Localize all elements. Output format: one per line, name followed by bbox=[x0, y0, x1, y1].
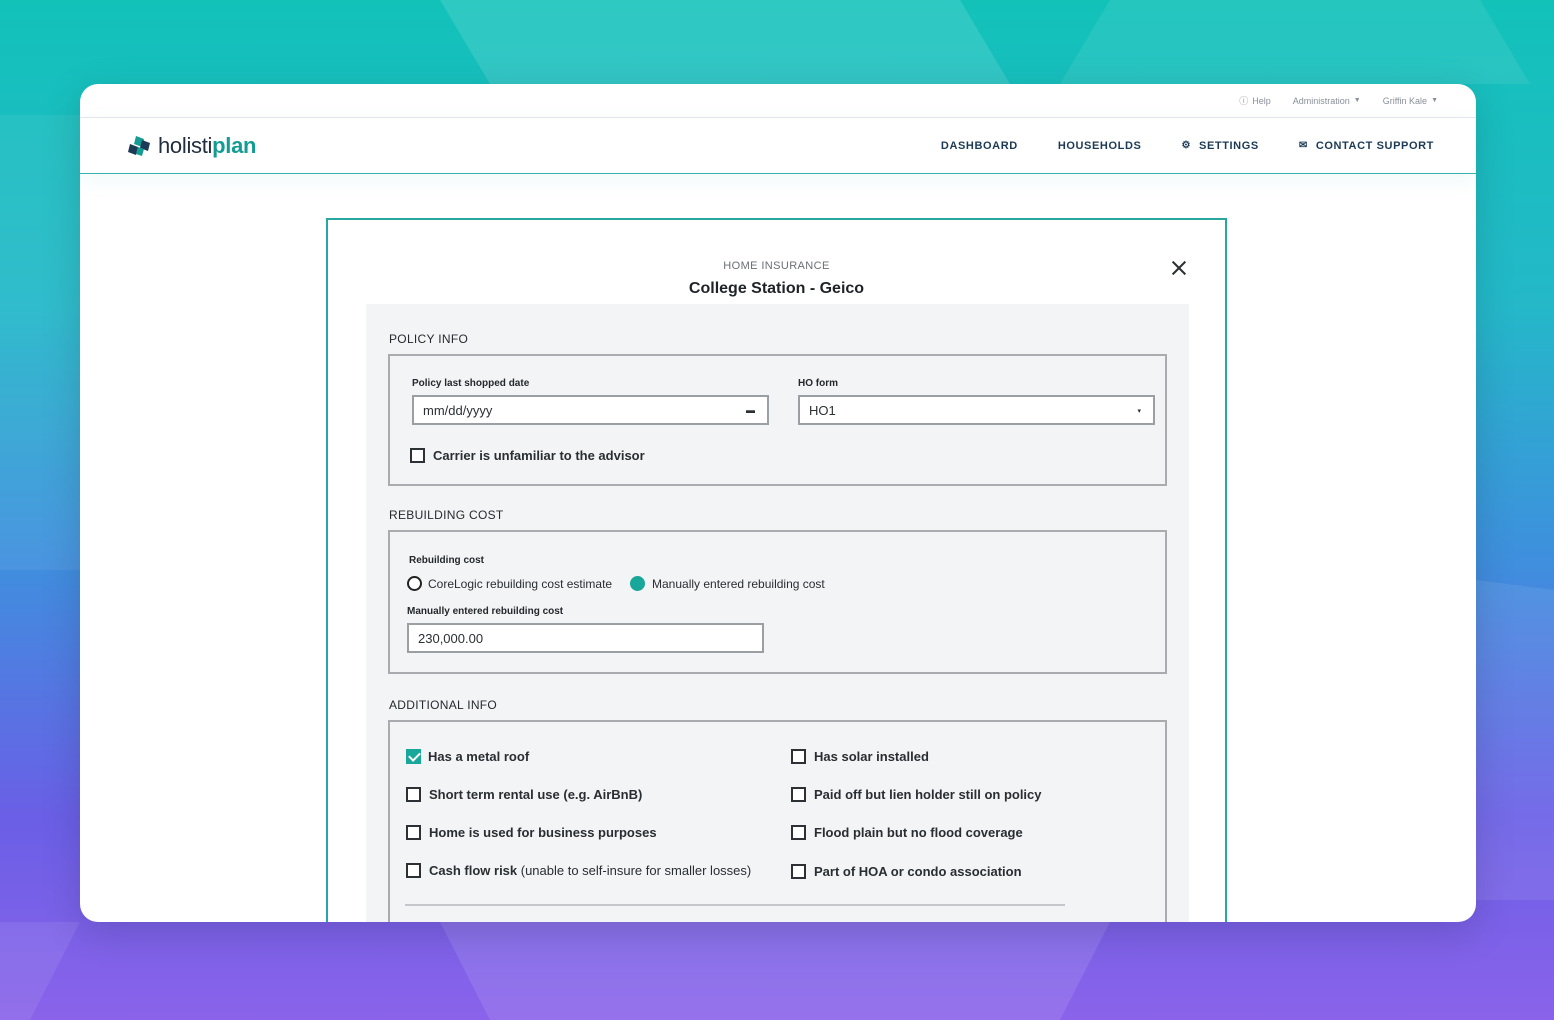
chevron-down-icon: ▾ bbox=[1137, 408, 1141, 415]
lien-holder-checkbox[interactable] bbox=[791, 787, 806, 802]
policy-info-title: POLICY INFO bbox=[389, 332, 469, 346]
modal-eyebrow: HOME INSURANCE bbox=[723, 260, 830, 272]
brand-name: holistiplan bbox=[158, 132, 257, 158]
lien-holder-label: Paid off but lien holder still on policy bbox=[814, 787, 1042, 802]
chevron-down-icon: ▼ bbox=[1353, 97, 1361, 104]
help-label: Help bbox=[1252, 95, 1271, 106]
utility-bar: ⓘ Help Administration ▼ Griffin Kale ▼ bbox=[80, 84, 1476, 118]
manual-cost-label: Manually entered rebuilding cost bbox=[407, 606, 564, 617]
form-panel: POLICY INFO Policy last shopped date mm/… bbox=[366, 304, 1189, 922]
additional-info-title: ADDITIONAL INFO bbox=[389, 698, 498, 712]
business-use-checkbox[interactable] bbox=[406, 825, 421, 840]
metal-roof-label: Has a metal roof bbox=[428, 749, 530, 764]
holistiplan-logo-icon bbox=[128, 135, 150, 156]
app-window: ⓘ Help Administration ▼ Griffin Kale ▼ h… bbox=[80, 84, 1476, 922]
ho-form-select[interactable]: HO1 ▾ bbox=[798, 395, 1155, 425]
carrier-unfamiliar-checkbox[interactable] bbox=[410, 448, 425, 463]
user-menu[interactable]: Griffin Kale ▼ bbox=[1383, 96, 1438, 106]
hoa-label: Part of HOA or condo association bbox=[814, 864, 1022, 879]
nav-households[interactable]: HOUSEHOLDS bbox=[1058, 140, 1142, 152]
rebuilding-cost-title: REBUILDING COST bbox=[389, 508, 504, 522]
close-icon[interactable] bbox=[1169, 258, 1189, 278]
section-divider bbox=[405, 904, 1065, 906]
last-shopped-label: Policy last shopped date bbox=[412, 378, 530, 389]
chevron-down-icon: ▼ bbox=[1431, 97, 1438, 104]
short-term-rental-checkbox[interactable] bbox=[406, 787, 421, 802]
nav-contact-support[interactable]: ✉ CONTACT SUPPORT bbox=[1299, 140, 1434, 152]
metal-roof-checkbox[interactable] bbox=[406, 749, 421, 764]
modal-title: College Station - Geico bbox=[688, 280, 865, 297]
help-icon: ⓘ bbox=[1239, 96, 1249, 106]
cash-flow-risk-label: Cash flow risk (unable to self-insure fo… bbox=[429, 863, 752, 878]
brand-logo[interactable]: holistiplan bbox=[128, 133, 256, 159]
nav-links: DASHBOARD HOUSEHOLDS ⚙ SETTINGS ✉ CONTAC… bbox=[941, 140, 1434, 152]
cash-flow-risk-checkbox[interactable] bbox=[406, 863, 421, 878]
carrier-unfamiliar-label: Carrier is unfamiliar to the advisor bbox=[433, 448, 645, 463]
short-term-rental-label: Short term rental use (e.g. AirBnB) bbox=[429, 787, 643, 802]
administration-menu[interactable]: Administration ▼ bbox=[1293, 96, 1361, 106]
corelogic-radio[interactable] bbox=[407, 576, 422, 591]
solar-checkbox[interactable] bbox=[791, 749, 806, 764]
manual-cost-input[interactable]: 230,000.00 bbox=[407, 623, 764, 653]
solar-label: Has solar installed bbox=[814, 749, 929, 764]
nav-dashboard[interactable]: DASHBOARD bbox=[941, 140, 1018, 152]
flood-plain-checkbox[interactable] bbox=[791, 825, 806, 840]
manual-cost-radio-label: Manually entered rebuilding cost bbox=[652, 577, 825, 591]
help-link[interactable]: ⓘ Help bbox=[1239, 94, 1271, 107]
nav-settings[interactable]: ⚙ SETTINGS bbox=[1181, 140, 1258, 152]
flood-plain-label: Flood plain but no flood coverage bbox=[814, 825, 1023, 840]
main-navbar: holistiplan DASHBOARD HOUSEHOLDS ⚙ SETTI… bbox=[80, 118, 1476, 174]
home-insurance-modal: HOME INSURANCE College Station - Geico P… bbox=[326, 218, 1227, 922]
rebuilding-cost-box: Rebuilding cost CoreLogic rebuilding cos… bbox=[388, 530, 1167, 674]
manual-cost-radio[interactable] bbox=[630, 576, 645, 591]
calendar-icon[interactable]: ▬ bbox=[746, 405, 755, 415]
administration-label: Administration bbox=[1292, 95, 1350, 106]
hoa-checkbox[interactable] bbox=[791, 864, 806, 879]
additional-info-box: Has a metal roof Short term rental use (… bbox=[388, 720, 1167, 922]
gear-icon: ⚙ bbox=[1181, 140, 1192, 151]
envelope-icon: ✉ bbox=[1298, 140, 1308, 151]
policy-info-box: Policy last shopped date mm/dd/yyyy ▬ HO… bbox=[388, 354, 1167, 486]
user-name: Griffin Kale bbox=[1382, 95, 1428, 106]
rebuilding-cost-group-label: Rebuilding cost bbox=[409, 555, 484, 566]
business-use-label: Home is used for business purposes bbox=[429, 825, 657, 840]
corelogic-radio-label: CoreLogic rebuilding cost estimate bbox=[428, 577, 613, 591]
ho-form-label: HO form bbox=[798, 378, 838, 389]
last-shopped-date-input[interactable]: mm/dd/yyyy ▬ bbox=[412, 395, 769, 425]
